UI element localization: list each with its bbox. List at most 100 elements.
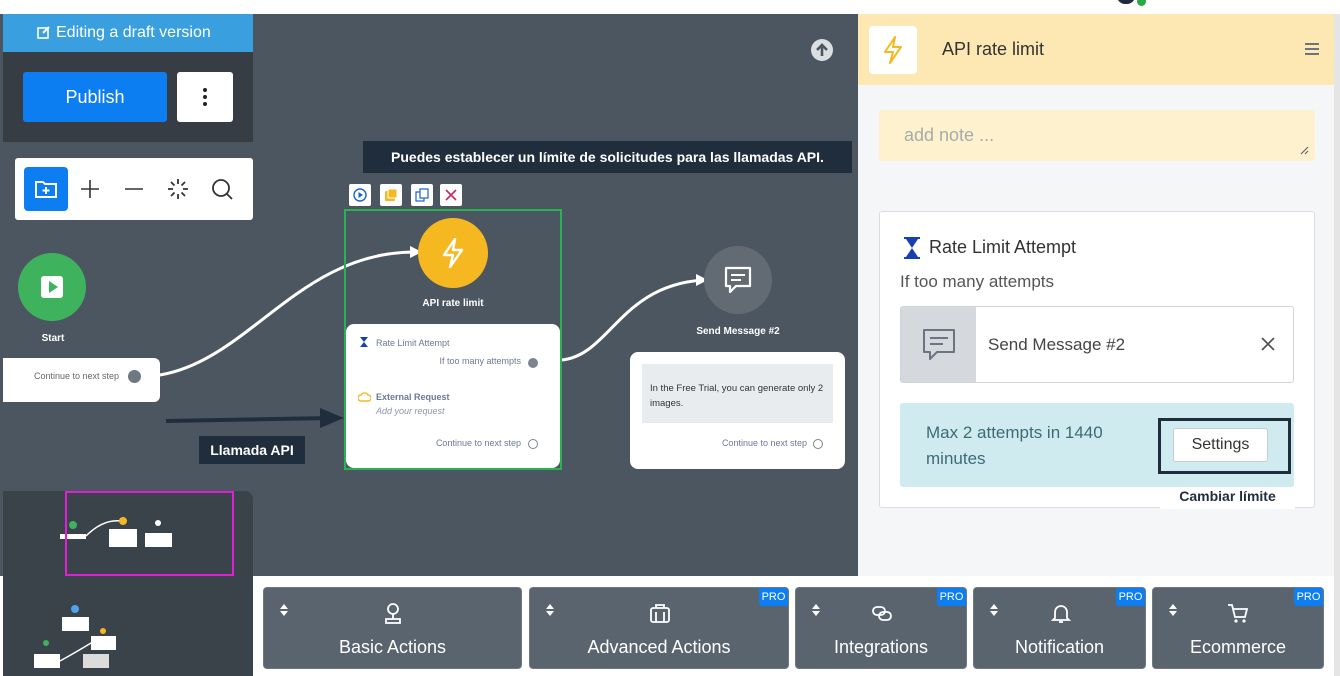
- start-card[interactable]: Continue to next step: [3, 358, 160, 402]
- message-node-card[interactable]: In the Free Trial, you can generate only…: [630, 352, 845, 469]
- api-output-port[interactable]: [528, 439, 538, 449]
- chat-icon: [923, 329, 955, 360]
- api-node-card[interactable]: Rate Limit Attempt If too many attempts …: [346, 324, 560, 468]
- close-icon: [445, 189, 457, 201]
- zoom-out-tool[interactable]: [112, 167, 156, 211]
- basic-actions-label: Basic Actions: [338, 637, 447, 657]
- advanced-actions-button[interactable]: Advanced Actions PRO: [529, 587, 789, 669]
- ecommerce-label: Ecommerce: [1189, 637, 1287, 657]
- start-node[interactable]: [18, 253, 86, 321]
- draft-banner-text: Editing a draft version: [56, 24, 211, 41]
- pro-badge: PRO: [759, 588, 788, 606]
- api-node-label: API rate limit: [422, 298, 484, 309]
- edit-icon: [37, 26, 50, 39]
- start-label: Start: [41, 333, 65, 344]
- ecommerce-button[interactable]: Ecommerce PRO: [1152, 587, 1324, 669]
- hourglass-icon: [904, 237, 920, 259]
- start-output-port[interactable]: [128, 370, 141, 383]
- note-node-button[interactable]: [380, 184, 402, 206]
- start-continue-text: Continue to next step: [34, 371, 120, 381]
- api-continue-text: Continue to next step: [435, 438, 521, 448]
- plus-icon: [81, 180, 99, 198]
- auto-arrange-tool[interactable]: [156, 167, 200, 211]
- pro-badge: PRO: [937, 588, 966, 606]
- delete-node-button[interactable]: [440, 184, 462, 206]
- api-rate-limit-node[interactable]: [418, 218, 488, 288]
- pro-badge: PRO: [1116, 588, 1145, 606]
- play-icon: [41, 276, 63, 298]
- sort-icon: [990, 604, 998, 616]
- remove-icon[interactable]: [1260, 336, 1276, 352]
- play-circle-icon: [353, 188, 367, 202]
- panel-scrollbar[interactable]: [1334, 14, 1340, 676]
- online-status-icon: [1137, 0, 1146, 6]
- target-step-name: Send Message #2: [988, 335, 1126, 354]
- tooltip-annotation: Puedes establecer un límite de solicitud…: [363, 141, 852, 173]
- advanced-actions-label: Advanced Actions: [587, 637, 731, 657]
- copy-node-button[interactable]: [411, 184, 433, 206]
- notification-button[interactable]: Notification PRO: [973, 587, 1146, 669]
- briefcase-icon: [650, 604, 670, 623]
- message-node-label: Send Message #2: [696, 326, 780, 337]
- panel-title: API rate limit: [942, 39, 1045, 59]
- limit-text: Max 2 attempts in 1440 minutes: [926, 423, 1103, 468]
- target-icon-box: [901, 307, 976, 382]
- sort-icon: [280, 604, 288, 616]
- rate-limit-sub: If too many attempts: [439, 356, 521, 366]
- sort-icon: [1169, 604, 1177, 616]
- search-icon: [212, 179, 233, 200]
- sort-icon: [546, 604, 554, 616]
- minimap-viewport[interactable]: [65, 491, 234, 576]
- hourglass-icon: [360, 337, 368, 347]
- bell-icon: [1050, 605, 1072, 623]
- basic-actions-button[interactable]: Basic Actions: [263, 587, 522, 669]
- integrations-label: Integrations: [833, 637, 929, 657]
- rate-limit-title: Rate Limit Attempt: [929, 237, 1077, 257]
- chat-icon: [724, 266, 752, 294]
- message-bubble: In the Free Trial, you can generate only…: [642, 364, 833, 423]
- user-avatar[interactable]: [1117, 0, 1135, 4]
- more-options-button[interactable]: [177, 72, 233, 122]
- minus-icon: [125, 188, 143, 190]
- sticky-note-icon: [385, 188, 398, 201]
- cloud-icon: [358, 392, 371, 402]
- note-field[interactable]: add note ...: [879, 110, 1315, 161]
- change-limit-annotation: Cambiar límite: [1160, 487, 1295, 509]
- run-node-button[interactable]: [349, 184, 371, 206]
- magic-wand-icon: [168, 179, 188, 199]
- add-folder-tool[interactable]: [24, 167, 68, 211]
- rate-limit-title: Rate Limit Attempt: [376, 338, 450, 348]
- rate-limit-subtitle: If too many attempts: [900, 272, 1055, 291]
- draft-banner: Editing a draft version: [3, 14, 253, 52]
- external-request-title: External Request: [376, 392, 450, 402]
- lightning-icon: [442, 238, 464, 268]
- publish-button[interactable]: Publish: [23, 72, 167, 122]
- send-message-node[interactable]: [704, 246, 772, 314]
- upload-icon[interactable]: [810, 38, 834, 62]
- copy-icon: [415, 188, 429, 202]
- external-request-sub: Add your request: [376, 406, 445, 416]
- resize-grip-icon[interactable]: [1299, 145, 1309, 155]
- lightning-icon: [884, 36, 902, 64]
- target-step[interactable]: Send Message #2: [900, 306, 1294, 383]
- pro-badge: PRO: [1294, 588, 1323, 606]
- notification-label: Notification: [1014, 637, 1105, 657]
- settings-button[interactable]: Settings: [1173, 428, 1268, 462]
- cart-icon: [1228, 604, 1249, 623]
- link-icon: [872, 606, 892, 621]
- panel-icon-box: [869, 26, 917, 74]
- integrations-button[interactable]: Integrations PRO: [795, 587, 967, 669]
- message-output-port[interactable]: [813, 439, 823, 449]
- panel-header: API rate limit: [858, 14, 1334, 85]
- app-root: Editing a draft version Publish Start Co…: [0, 0, 1340, 676]
- search-tool[interactable]: [200, 167, 244, 211]
- menu-icon[interactable]: [1304, 42, 1320, 56]
- zoom-in-tool[interactable]: [68, 167, 112, 211]
- user-pin-icon: [385, 603, 401, 624]
- sort-icon: [812, 604, 820, 616]
- message-continue-text: Continue to next step: [721, 438, 807, 448]
- note-placeholder: add note ...: [904, 125, 995, 145]
- folder-plus-icon: [35, 181, 57, 198]
- api-call-annotation: Llamada API: [199, 436, 305, 464]
- rate-limit-port[interactable]: [528, 358, 538, 368]
